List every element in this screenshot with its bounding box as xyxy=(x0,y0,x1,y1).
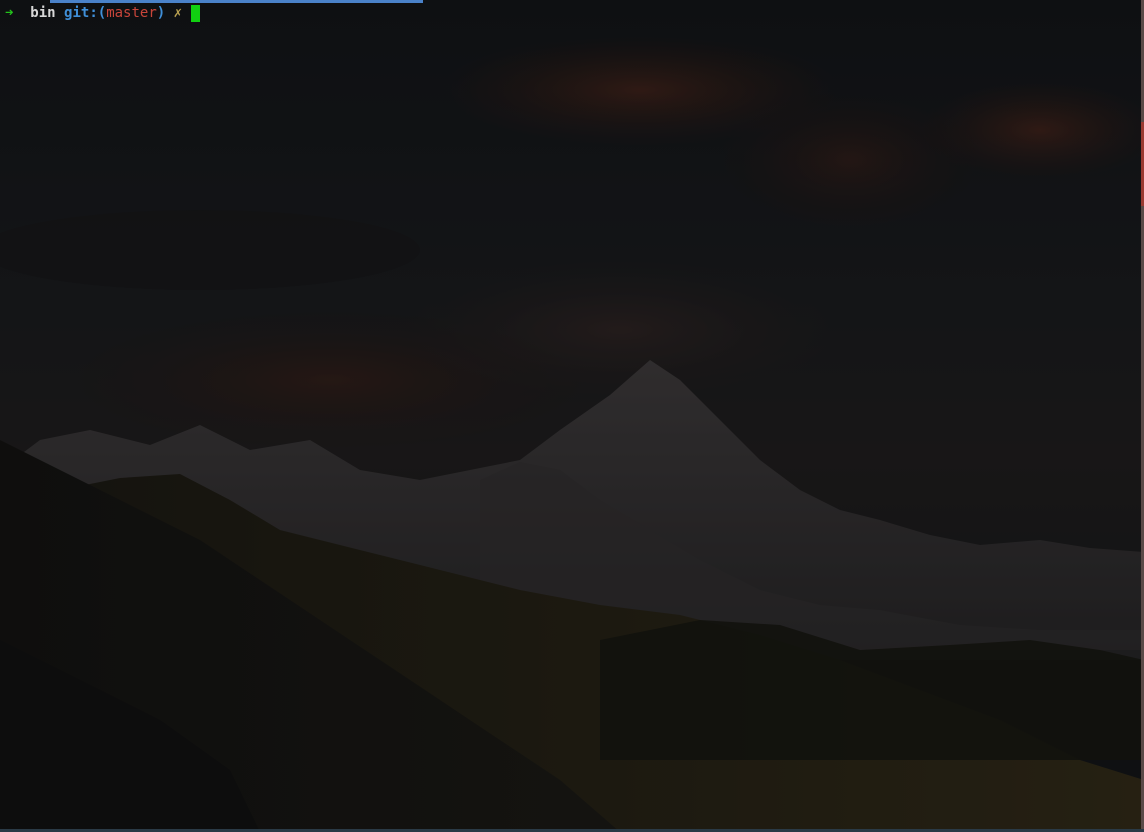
top-progress-bar xyxy=(50,0,423,3)
git-paren-close: ) xyxy=(156,5,166,21)
terminal-background-dim xyxy=(0,0,1144,832)
terminal-window[interactable]: ➜ bin git: ( master ) ✗ xyxy=(0,0,1144,832)
git-paren-open: ( xyxy=(97,5,107,21)
git-branch-name: master xyxy=(106,5,157,21)
shell-prompt-line[interactable]: ➜ bin git: ( master ) ✗ xyxy=(5,4,200,22)
current-directory: bin xyxy=(30,5,56,21)
git-label: git: xyxy=(64,5,98,21)
block-cursor-icon[interactable] xyxy=(190,4,200,22)
prompt-arrow-icon: ➜ xyxy=(5,5,14,21)
git-dirty-marker: ✗ xyxy=(173,5,183,21)
